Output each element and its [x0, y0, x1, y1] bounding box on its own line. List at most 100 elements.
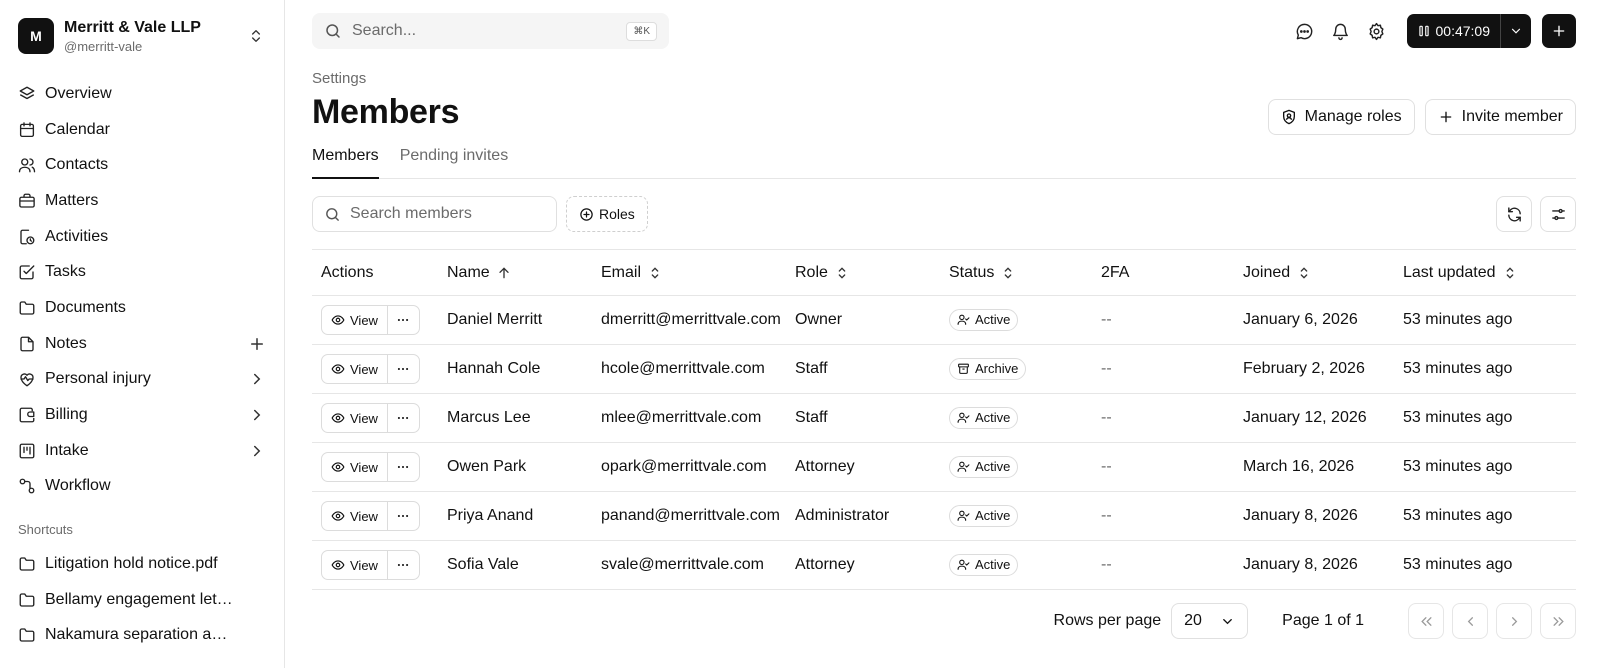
more-horizontal-icon: [398, 563, 409, 567]
view-button[interactable]: View: [322, 306, 388, 334]
more-button[interactable]: [388, 355, 419, 383]
member-2fa: --: [1092, 540, 1234, 590]
view-button[interactable]: View: [322, 502, 388, 530]
sidebar-item-notes[interactable]: Notes: [18, 326, 266, 362]
table-body: View Daniel Merritt dmerritt@merrittvale.c…: [312, 295, 1576, 590]
status-badge: Active: [949, 455, 1019, 478]
more-button[interactable]: [388, 306, 419, 334]
more-button[interactable]: [388, 453, 419, 481]
col-name[interactable]: Name: [438, 249, 592, 296]
sidebar: M Merritt & Vale LLP @merritt-vale Overv…: [0, 0, 285, 668]
sidebar-item-contacts[interactable]: Contacts: [18, 147, 266, 183]
status-badge: Archive: [949, 357, 1027, 380]
checkbox-icon: [18, 263, 36, 281]
chevrons-left-icon: [1420, 616, 1431, 626]
shortcut-item[interactable]: Bellamy engagement letter: [18, 582, 266, 618]
member-2fa: --: [1092, 295, 1234, 345]
more-button[interactable]: [388, 404, 419, 432]
member-role: Attorney: [786, 442, 940, 492]
chat-icon[interactable]: [1287, 13, 1323, 49]
sort-icon: [838, 266, 846, 279]
more-button[interactable]: [388, 502, 419, 530]
global-search[interactable]: Search... ⌘K: [312, 13, 669, 49]
col-role[interactable]: Role: [786, 249, 940, 296]
refresh-button[interactable]: [1496, 196, 1532, 232]
timer-control: 00:47:09: [1406, 14, 1531, 48]
breadcrumb[interactable]: Settings: [312, 70, 1576, 87]
last-page-button[interactable]: [1540, 603, 1576, 639]
create-button[interactable]: [1542, 14, 1576, 48]
sidebar-item-matters[interactable]: Matters: [18, 183, 266, 219]
table-row: View Priya Anand panand@merrittvale.com Adm…: [312, 491, 1576, 541]
status-cell: Active: [940, 295, 1092, 345]
page-title: Members: [312, 92, 460, 131]
member-email: panand@merrittvale.com: [592, 491, 786, 541]
roles-filter-button[interactable]: Roles: [566, 196, 648, 232]
chevron-down-icon: [1511, 28, 1521, 34]
actions-cell: View: [312, 295, 438, 345]
pagination: Rows per page 20 Page 1 of 1: [312, 603, 1576, 639]
view-button[interactable]: View: [322, 453, 388, 481]
tab-members[interactable]: Members: [312, 145, 379, 179]
sidebar-item-overview[interactable]: Overview: [18, 76, 266, 112]
sidebar-item-documents[interactable]: Documents: [18, 290, 266, 326]
manage-roles-button[interactable]: Manage roles: [1267, 99, 1415, 135]
shortcuts-label: Shortcuts: [18, 522, 73, 538]
view-button[interactable]: View: [322, 551, 388, 579]
tab-pending-invites[interactable]: Pending invites: [400, 145, 509, 179]
member-search-input[interactable]: Search members: [312, 196, 557, 232]
view-button[interactable]: View: [322, 355, 388, 383]
member-last-updated: 53 minutes ago: [1394, 442, 1576, 492]
search-placeholder: Search...: [352, 22, 417, 39]
gear-icon[interactable]: [1359, 13, 1395, 49]
col-actions: Actions: [312, 249, 438, 296]
status-badge: Active: [949, 406, 1019, 429]
prev-page-button[interactable]: [1452, 603, 1488, 639]
timer-dropdown[interactable]: [1500, 14, 1531, 48]
sidebar-item-label: Activities: [45, 227, 109, 245]
invite-member-button[interactable]: Invite member: [1424, 99, 1576, 135]
chevron-right-icon: [248, 370, 266, 388]
eye-icon: [331, 315, 345, 325]
member-name[interactable]: Sofia Vale: [438, 540, 592, 590]
member-name[interactable]: Marcus Lee: [438, 393, 592, 443]
more-button[interactable]: [388, 551, 419, 579]
member-joined: January 6, 2026: [1234, 295, 1394, 345]
status-badge: Active: [949, 553, 1019, 576]
member-name[interactable]: Priya Anand: [438, 491, 592, 541]
org-switcher[interactable]: M Merritt & Vale LLP @merritt-vale: [18, 16, 266, 56]
shortcut-item[interactable]: Litigation hold notice.pdf: [18, 546, 266, 582]
col-last-updated[interactable]: Last updated: [1394, 249, 1576, 296]
sort-icon: [1506, 266, 1513, 279]
first-page-button[interactable]: [1408, 603, 1444, 639]
sidebar-item-activities[interactable]: Activities: [18, 219, 266, 255]
status-cell: Active: [940, 393, 1092, 443]
chevrons-up-down-icon[interactable]: [246, 26, 266, 46]
next-page-button[interactable]: [1496, 603, 1532, 639]
org-name: Merritt & Vale LLP: [64, 18, 201, 36]
col-email[interactable]: Email: [592, 249, 786, 296]
more-horizontal-icon: [398, 367, 409, 371]
member-name[interactable]: Owen Park: [438, 442, 592, 492]
member-joined: February 2, 2026: [1234, 344, 1394, 394]
bell-icon[interactable]: [1323, 13, 1359, 49]
rows-per-page-select[interactable]: 20: [1171, 603, 1249, 639]
sidebar-item-intake[interactable]: Intake: [18, 433, 266, 469]
sidebar-item-personal-injury[interactable]: Personal injury: [18, 362, 266, 398]
col-status[interactable]: Status: [940, 249, 1092, 296]
member-name[interactable]: Daniel Merritt: [438, 295, 592, 345]
sidebar-item-workflow[interactable]: Workflow: [18, 469, 266, 505]
col-joined[interactable]: Joined: [1234, 249, 1394, 296]
sidebar-item-calendar[interactable]: Calendar: [18, 112, 266, 148]
sidebar-item-billing[interactable]: Billing: [18, 397, 266, 433]
layers-icon: [18, 85, 36, 103]
view-settings-button[interactable]: [1540, 196, 1576, 232]
shortcut-item[interactable]: Nakamura separation agreement: [18, 618, 266, 654]
timer-button[interactable]: 00:47:09: [1406, 14, 1500, 48]
member-name[interactable]: Hannah Cole: [438, 344, 592, 394]
plus-icon[interactable]: [248, 335, 266, 353]
roles-filter-label: Roles: [599, 206, 635, 222]
view-button[interactable]: View: [322, 404, 388, 432]
sidebar-item-tasks[interactable]: Tasks: [18, 254, 266, 290]
chevron-right-icon: [248, 406, 266, 424]
